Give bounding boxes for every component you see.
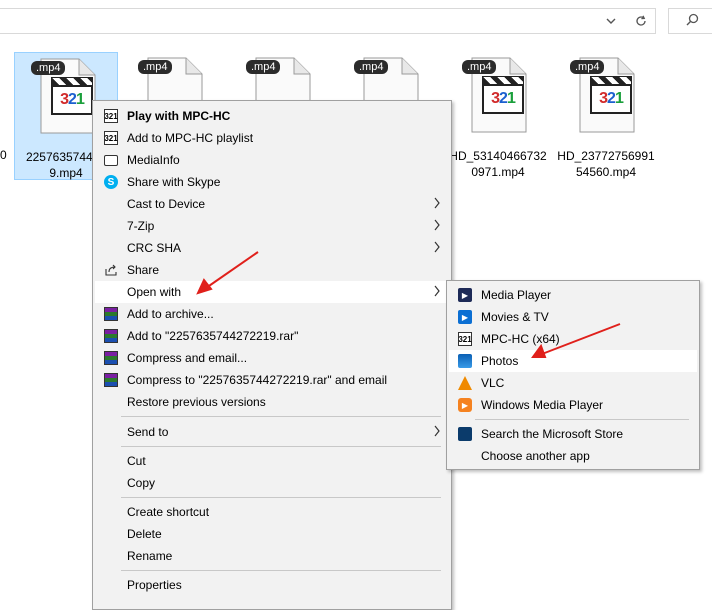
context-menu: 321 Play with MPC-HC 321 Add to MPC-HC p… — [92, 100, 452, 610]
file-type-tag: .mp4 — [246, 60, 281, 74]
file-type-tag: .mp4 — [570, 60, 605, 74]
menu-item-cut[interactable]: Cut — [95, 450, 449, 472]
chevron-right-icon — [434, 285, 440, 297]
chevron-right-icon — [434, 219, 440, 231]
winrar-icon — [103, 328, 119, 344]
submenu-item-media-player[interactable]: ▶ Media Player — [449, 284, 697, 306]
menu-item-rename[interactable]: Rename — [95, 545, 449, 567]
submenu-item-mpc-hc[interactable]: 321 MPC-HC (x64) — [449, 328, 697, 350]
chevron-right-icon — [434, 241, 440, 253]
chevron-right-icon — [434, 197, 440, 209]
menu-separator — [475, 419, 689, 420]
wmp-icon: ▶ — [457, 397, 473, 413]
refresh-icon[interactable] — [628, 8, 654, 34]
submenu-item-movies-tv[interactable]: ▶ Movies & TV — [449, 306, 697, 328]
menu-item-share-skype[interactable]: S Share with Skype — [95, 171, 449, 193]
file-item[interactable]: .mp4 321 HD_53140466732 0971.mp4 — [446, 52, 550, 180]
address-bar[interactable] — [0, 8, 656, 34]
store-icon — [457, 426, 473, 442]
file-type-tag: .mp4 — [354, 60, 389, 74]
submenu-item-store[interactable]: Search the Microsoft Store — [449, 423, 697, 445]
menu-separator — [121, 497, 441, 498]
menu-item-add-playlist[interactable]: 321 Add to MPC-HC playlist — [95, 127, 449, 149]
mpc-icon: 321 — [457, 331, 473, 347]
menu-item-delete[interactable]: Delete — [95, 523, 449, 545]
menu-item-mediainfo[interactable]: MediaInfo — [95, 149, 449, 171]
video-file-icon: .mp4 321 — [570, 56, 636, 134]
file-name: HD_23772756991 54560.mp4 — [557, 149, 655, 179]
menu-item-play-mpc[interactable]: 321 Play with MPC-HC — [95, 105, 449, 127]
mpc-icon: 321 — [103, 108, 119, 124]
menu-item-compress-rar-email[interactable]: Compress to "2257635744272219.rar" and e… — [95, 369, 449, 391]
winrar-icon — [103, 372, 119, 388]
open-with-submenu: ▶ Media Player ▶ Movies & TV 321 MPC-HC … — [446, 280, 700, 470]
mpc-badge: 321 — [51, 85, 93, 115]
mpc-badge: 321 — [590, 84, 632, 114]
menu-item-send-to[interactable]: Send to — [95, 421, 449, 443]
menu-separator — [121, 446, 441, 447]
winrar-icon — [103, 306, 119, 322]
submenu-item-photos[interactable]: Photos — [449, 350, 697, 372]
media-player-icon: ▶ — [457, 287, 473, 303]
share-icon — [103, 262, 119, 278]
menu-item-add-archive[interactable]: Add to archive... — [95, 303, 449, 325]
photos-icon — [457, 353, 473, 369]
submenu-item-wmp[interactable]: ▶ Windows Media Player — [449, 394, 697, 416]
file-item[interactable]: .mp4 321 HD_23772756991 54560.mp4 — [554, 52, 658, 180]
menu-separator — [121, 416, 441, 417]
skype-icon: S — [103, 174, 119, 190]
address-bar-region — [0, 0, 712, 42]
submenu-item-vlc[interactable]: VLC — [449, 372, 697, 394]
mediainfo-icon — [103, 152, 119, 168]
file-type-tag: .mp4 — [462, 60, 497, 74]
video-file-icon: .mp4 321 — [462, 56, 528, 134]
vlc-cone-icon — [457, 375, 473, 391]
menu-item-add-rar[interactable]: Add to "2257635744272219.rar" — [95, 325, 449, 347]
menu-item-compress-email[interactable]: Compress and email... — [95, 347, 449, 369]
chevron-right-icon — [434, 425, 440, 437]
mpc-badge: 321 — [482, 84, 524, 114]
menu-separator — [121, 570, 441, 571]
mpc-icon: 321 — [103, 130, 119, 146]
menu-item-open-with[interactable]: Open with — [95, 281, 449, 303]
movies-tv-icon: ▶ — [457, 309, 473, 325]
menu-item-cast[interactable]: Cast to Device — [95, 193, 449, 215]
menu-item-crc-sha[interactable]: CRC SHA — [95, 237, 449, 259]
menu-item-7zip[interactable]: 7-Zip — [95, 215, 449, 237]
partial-filename: 0 — [0, 148, 7, 162]
menu-item-create-shortcut[interactable]: Create shortcut — [95, 501, 449, 523]
search-icon[interactable] — [686, 13, 699, 29]
menu-item-properties[interactable]: Properties — [95, 574, 449, 596]
winrar-icon — [103, 350, 119, 366]
video-file-icon: .mp4 321 — [31, 57, 97, 135]
file-name: HD_53140466732 0971.mp4 — [449, 149, 547, 179]
menu-item-restore[interactable]: Restore previous versions — [95, 391, 449, 413]
file-type-tag: .mp4 — [138, 60, 173, 74]
menu-item-copy[interactable]: Copy — [95, 472, 449, 494]
menu-item-share[interactable]: Share — [95, 259, 449, 281]
submenu-item-choose-another[interactable]: Choose another app — [449, 445, 697, 467]
chevron-down-icon[interactable] — [598, 8, 624, 34]
file-type-tag: .mp4 — [31, 61, 66, 75]
